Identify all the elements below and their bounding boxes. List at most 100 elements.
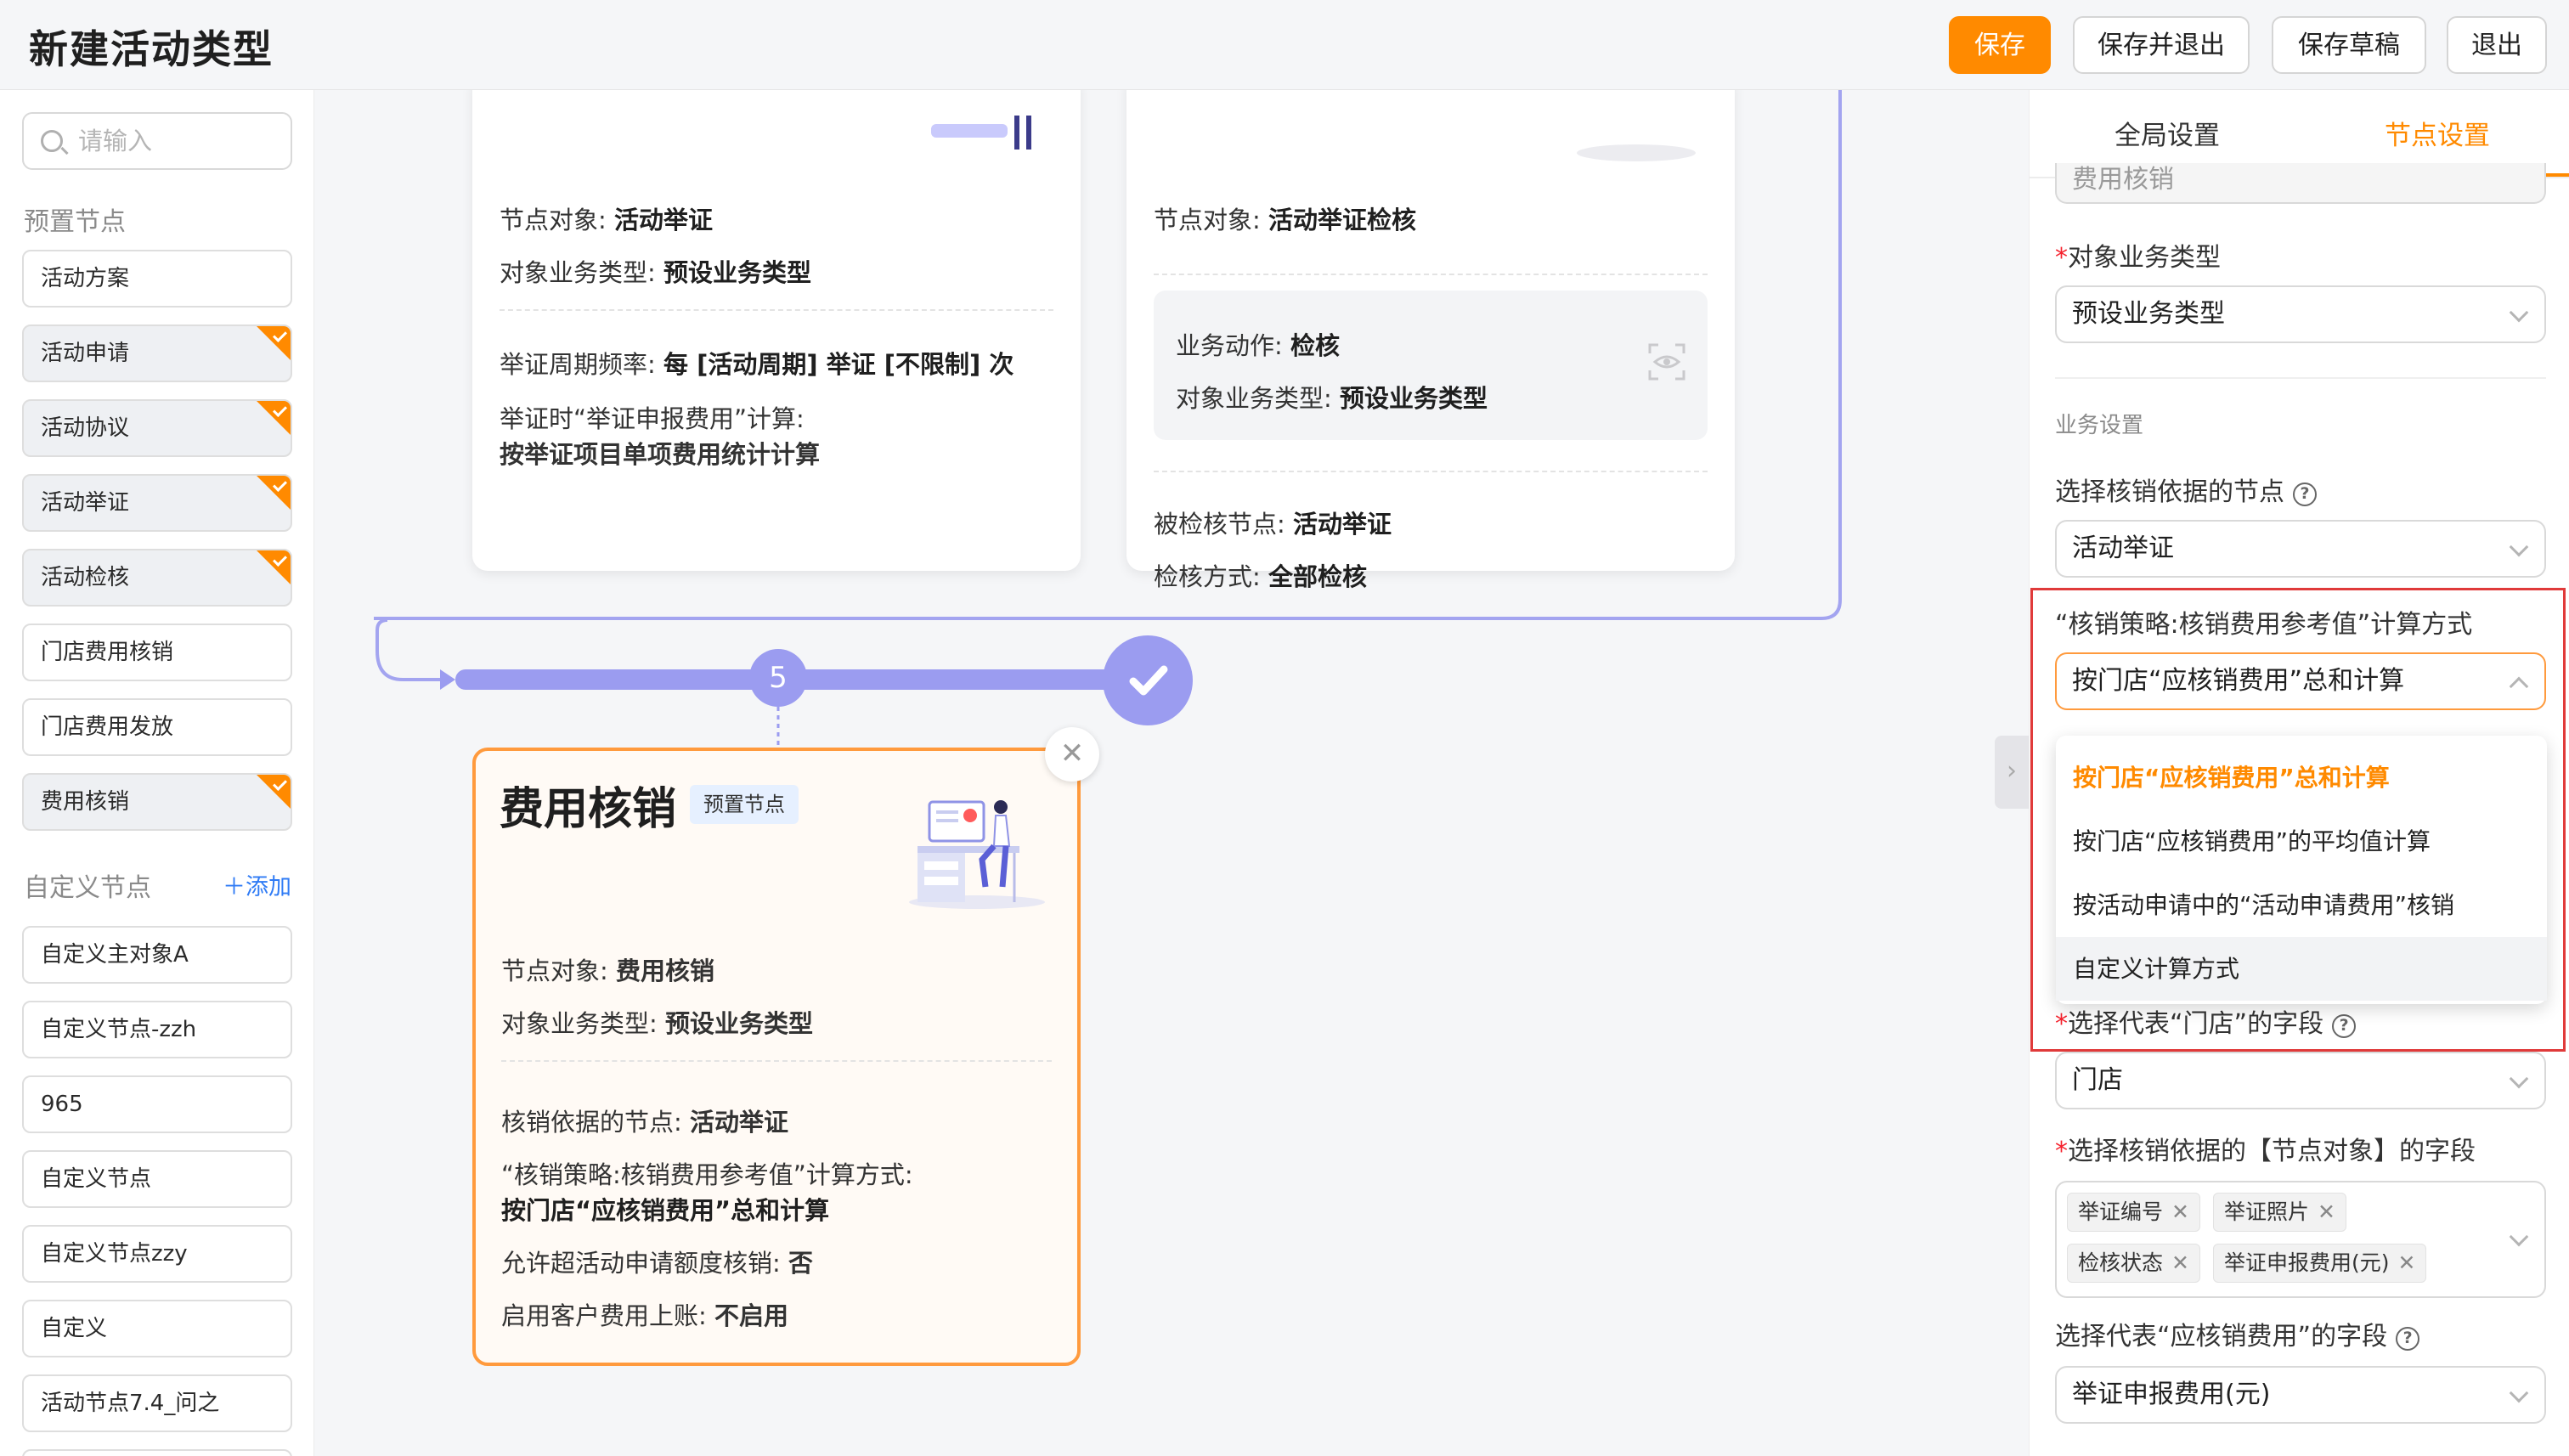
field-label: 节点对象:: [500, 206, 614, 234]
tag-label: 举证申报费用(元): [2224, 1250, 2390, 1275]
field-label: 被检核节点:: [1154, 510, 1293, 539]
collapse-panel-chevron-icon[interactable]: ›: [1995, 736, 2029, 809]
divider: [500, 309, 1053, 311]
used-check-icon: [257, 326, 291, 360]
help-icon[interactable]: ?: [2293, 483, 2317, 506]
node-card-title: 费用核销: [500, 784, 677, 835]
save-button[interactable]: 保存: [1949, 16, 2051, 74]
store-field-select[interactable]: 门店: [2055, 1052, 2546, 1109]
sidebar-item-custom[interactable]: 自定义节点: [22, 1150, 292, 1208]
node-card-activity-check[interactable]: 节点对象: 活动举证检核 业务动作: 检核 对象业务类型: 预设业务类型 被检核…: [1126, 90, 1735, 591]
field-label: 业务动作:: [1176, 331, 1290, 360]
sidebar-item-custom[interactable]: 自定义节点-zzh: [22, 1001, 292, 1058]
remove-tag-icon[interactable]: ✕: [2398, 1250, 2416, 1275]
field-label: “核销策略:核销费用参考值”计算方式:: [501, 1160, 913, 1189]
sidebar-item-custom[interactable]: [22, 1449, 292, 1456]
field-tag: 检核状态 ✕: [2067, 1244, 2200, 1283]
field-value: 全部检核: [1268, 562, 1368, 591]
help-icon[interactable]: ?: [2396, 1327, 2420, 1351]
field-value: 活动举证: [1293, 510, 1392, 539]
sidebar-item-activity-check[interactable]: 活动检核: [22, 549, 292, 607]
field-value: 预设业务类型: [1340, 384, 1488, 413]
field-label: 对象业务类型:: [1176, 384, 1340, 413]
sidebar-item-custom[interactable]: 自定义节点zzy: [22, 1225, 292, 1283]
field-label: 检核方式:: [1154, 562, 1268, 591]
eye-scan-icon[interactable]: [1646, 341, 1687, 382]
sidebar-item-label: 活动协议: [41, 415, 130, 441]
exit-button[interactable]: 退出: [2447, 16, 2547, 74]
label-text: 选择核销依据的节点: [2055, 477, 2284, 507]
expense-field-select[interactable]: 举证申报费用(元): [2055, 1366, 2546, 1424]
field-tag: 举证编号 ✕: [2067, 1193, 2200, 1232]
sidebar-item-activity-proof[interactable]: 活动举证: [22, 474, 292, 532]
remove-tag-icon[interactable]: ✕: [2318, 1199, 2335, 1224]
select-value: 活动举证: [2072, 533, 2174, 563]
save-draft-button[interactable]: 保存草稿: [2272, 16, 2426, 74]
node-card-activity-proof[interactable]: 节点对象: 活动举证 对象业务类型: 预设业务类型 举证周期频率: 每 [活动周…: [472, 90, 1081, 571]
sidebar-item-activity-agreement[interactable]: 活动协议: [22, 399, 292, 457]
biz-type-label: *对象业务类型: [2055, 236, 2221, 274]
add-custom-node-link[interactable]: ＋添加: [223, 868, 291, 901]
remove-tag-icon[interactable]: ✕: [2171, 1250, 2189, 1275]
biz-type-select[interactable]: 预设业务类型: [2055, 285, 2546, 343]
node-library-sidebar: 预置节点 活动方案 活动申请 活动协议 活动举证 活动检核 门店费用核销 门店费…: [0, 90, 314, 1456]
field-value: 否: [788, 1249, 814, 1278]
sidebar-item-label: 活动检核: [41, 565, 130, 590]
close-icon[interactable]: ✕: [1045, 727, 1099, 782]
basis-fields-label: *选择核销依据的【节点对象】的字段: [2055, 1130, 2476, 1167]
step-number-badge: 5: [749, 649, 807, 707]
tab-global-settings[interactable]: 全局设置: [2114, 114, 2220, 152]
select-value: 举证申报费用(元): [2072, 1380, 2271, 1409]
required-mark: *: [2055, 243, 2068, 273]
proof-illustration: [931, 116, 1031, 150]
custom-nodes-title: 自定义节点: [24, 873, 151, 903]
divider: [2055, 377, 2546, 379]
field-value: 预设业务类型: [665, 1009, 814, 1038]
node-name-field[interactable]: 费用核销: [2055, 163, 2546, 204]
writeoff-illustration: [909, 800, 1045, 909]
divider: [1154, 471, 1708, 472]
field-value: 预设业务类型: [663, 258, 812, 287]
page-title: 新建活动类型: [29, 26, 274, 72]
label-text: 选择核销依据的【节点对象】的字段: [2068, 1137, 2476, 1166]
tag-label: 举证照片: [2224, 1199, 2310, 1224]
field-value: 每 [活动周期] 举证 [不限制] 次: [663, 350, 1014, 379]
save-and-exit-button[interactable]: 保存并退出: [2073, 16, 2250, 74]
sidebar-item-activity-plan[interactable]: 活动方案: [22, 250, 292, 308]
tag-label: 举证编号: [2078, 1199, 2164, 1224]
used-check-icon: [257, 476, 291, 510]
sidebar-item-custom[interactable]: 自定义主对象A: [22, 926, 292, 984]
biz-settings-title: 业务设置: [2055, 413, 2144, 438]
sidebar-item-activity-apply[interactable]: 活动申请: [22, 324, 292, 382]
basis-node-label: 选择核销依据的节点?: [2055, 471, 2317, 508]
remove-tag-icon[interactable]: ✕: [2171, 1199, 2189, 1224]
search-box[interactable]: [22, 112, 292, 170]
field-value: 检核: [1290, 331, 1341, 360]
flow-canvas: 节点对象: 活动举证 对象业务类型: 预设业务类型 举证周期频率: 每 [活动周…: [314, 90, 2029, 1456]
basis-node-select[interactable]: 活动举证: [2055, 520, 2546, 578]
node-card-expense-writeoff[interactable]: 费用核销 预置节点 节点对象: 费用核销 对象业务类型: 预设业务类型 核销依据…: [472, 748, 1081, 1366]
required-mark: *: [2055, 1137, 2068, 1166]
action-box: 业务动作: 检核 对象业务类型: 预设业务类型: [1154, 291, 1708, 440]
sidebar-item-custom[interactable]: 自定义: [22, 1300, 292, 1357]
sidebar-item-store-writeoff[interactable]: 门店费用核销: [22, 624, 292, 681]
chevron-down-icon: [2509, 537, 2529, 557]
sidebar-item-store-payout[interactable]: 门店费用发放: [22, 698, 292, 756]
sidebar-item-label: 活动申请: [41, 341, 130, 366]
chevron-down-icon: [2509, 1227, 2529, 1247]
sidebar-item-expense-writeoff[interactable]: 费用核销: [22, 773, 292, 831]
sidebar-item-custom[interactable]: 活动节点7.4_问之: [22, 1374, 292, 1432]
search-input[interactable]: [78, 124, 282, 158]
basis-fields-multiselect[interactable]: 举证编号 ✕ 举证照片 ✕ 检核状态 ✕ 举证申报费用(元) ✕: [2055, 1181, 2546, 1298]
divider: [1154, 274, 1708, 275]
label-text: 对象业务类型: [2068, 243, 2221, 273]
field-label: 对象业务类型:: [500, 258, 663, 287]
divider: [501, 1060, 1052, 1062]
sidebar-item-custom[interactable]: 965: [22, 1075, 292, 1133]
field-label: 允许超活动申请额度核销:: [501, 1249, 788, 1278]
field-tag: 举证申报费用(元) ✕: [2213, 1244, 2427, 1283]
field-label: 对象业务类型:: [501, 1009, 665, 1038]
tab-node-settings[interactable]: 节点设置: [2385, 114, 2490, 152]
field-label: 核销依据的节点:: [501, 1108, 690, 1137]
highlight-box: [2030, 588, 2566, 1052]
